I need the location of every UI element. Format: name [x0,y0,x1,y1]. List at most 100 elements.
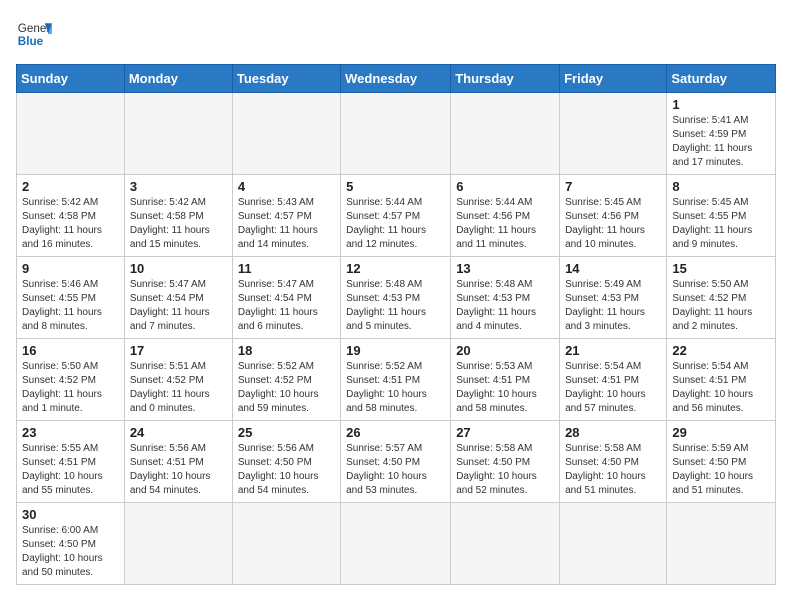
day-number: 5 [346,179,445,194]
page-header: General Blue [16,16,776,52]
day-number: 3 [130,179,227,194]
calendar-cell: 14Sunrise: 5:49 AM Sunset: 4:53 PM Dayli… [560,257,667,339]
calendar-week-1: 1Sunrise: 5:41 AM Sunset: 4:59 PM Daylig… [17,93,776,175]
calendar-cell: 6Sunrise: 5:44 AM Sunset: 4:56 PM Daylig… [451,175,560,257]
calendar-cell: 27Sunrise: 5:58 AM Sunset: 4:50 PM Dayli… [451,421,560,503]
calendar-cell: 26Sunrise: 5:57 AM Sunset: 4:50 PM Dayli… [341,421,451,503]
calendar-cell: 3 Sunrise: 5:42 AM Sunset: 4:58 PM Daylig… [124,175,232,257]
calendar-week-6: 30 Sunrise: 6:00 AM Sunset: 4:50 PM Dayli… [17,503,776,585]
calendar-cell: 9Sunrise: 5:46 AM Sunset: 4:55 PM Daylig… [17,257,125,339]
day-info: Sunrise: 5:54 AM Sunset: 4:51 PM Dayligh… [565,360,661,416]
calendar-cell: 17 Sunrise: 5:51 AM Sunset: 4:52 PM Dayli… [124,339,232,421]
calendar-cell: 23 Sunrise: 5:55 AM Sunset: 4:51 PM Dayli… [17,421,125,503]
day-info: Sunrise: 5:45 AM Sunset: 4:56 PM Dayligh… [565,196,661,252]
weekday-header-sunday: Sunday [17,65,125,93]
day-number: 14 [565,261,661,276]
calendar-cell [124,93,232,175]
day-info: Sunrise: 5:57 AM Sunset: 4:50 PM Dayligh… [346,442,445,498]
calendar-cell: 28 Sunrise: 5:58 AM Sunset: 4:50 PM Dayli… [560,421,667,503]
day-number: 22 [672,343,770,358]
calendar-cell: 11 Sunrise: 5:47 AM Sunset: 4:54 PM Dayli… [232,257,340,339]
day-info: Sunrise: 5:52 AM Sunset: 4:51 PM Dayligh… [346,360,445,416]
day-info: Sunrise: 5:50 AM Sunset: 4:52 PM Dayligh… [672,278,770,334]
day-info: Sunrise: 5:50 AM Sunset: 4:52 PM Dayligh… [22,360,119,416]
calendar-cell: 16Sunrise: 5:50 AM Sunset: 4:52 PM Dayli… [17,339,125,421]
day-number: 7 [565,179,661,194]
day-number: 19 [346,343,445,358]
day-number: 10 [130,261,227,276]
calendar-cell [341,93,451,175]
calendar-week-5: 23 Sunrise: 5:55 AM Sunset: 4:51 PM Dayli… [17,421,776,503]
day-number: 17 [130,343,227,358]
day-info: Sunrise: 5:42 AM Sunset: 4:58 PM Dayligh… [22,196,119,252]
svg-text:Blue: Blue [18,35,44,48]
day-info: Sunrise: 5:52 AM Sunset: 4:52 PM Dayligh… [238,360,335,416]
day-info: Sunrise: 5:44 AM Sunset: 4:57 PM Dayligh… [346,196,445,252]
day-number: 27 [456,425,554,440]
calendar-table: SundayMondayTuesdayWednesdayThursdayFrid… [16,64,776,585]
weekday-header-wednesday: Wednesday [341,65,451,93]
calendar-cell: 12Sunrise: 5:48 AM Sunset: 4:53 PM Dayli… [341,257,451,339]
day-number: 25 [238,425,335,440]
day-info: Sunrise: 5:53 AM Sunset: 4:51 PM Dayligh… [456,360,554,416]
day-number: 24 [130,425,227,440]
day-number: 23 [22,425,119,440]
calendar-cell: 21 Sunrise: 5:54 AM Sunset: 4:51 PM Dayli… [560,339,667,421]
weekday-header-monday: Monday [124,65,232,93]
day-info: Sunrise: 5:42 AM Sunset: 4:58 PM Dayligh… [130,196,227,252]
day-info: Sunrise: 5:48 AM Sunset: 4:53 PM Dayligh… [346,278,445,334]
day-number: 18 [238,343,335,358]
day-number: 8 [672,179,770,194]
calendar-cell: 24 Sunrise: 5:56 AM Sunset: 4:51 PM Dayli… [124,421,232,503]
day-number: 28 [565,425,661,440]
calendar-cell [667,503,776,585]
calendar-cell: 25 Sunrise: 5:56 AM Sunset: 4:50 PM Dayli… [232,421,340,503]
day-info: Sunrise: 5:45 AM Sunset: 4:55 PM Dayligh… [672,196,770,252]
day-number: 20 [456,343,554,358]
day-info: Sunrise: 5:54 AM Sunset: 4:51 PM Dayligh… [672,360,770,416]
calendar-cell [451,93,560,175]
day-number: 15 [672,261,770,276]
calendar-cell [124,503,232,585]
calendar-cell: 15 Sunrise: 5:50 AM Sunset: 4:52 PM Dayli… [667,257,776,339]
day-info: Sunrise: 5:48 AM Sunset: 4:53 PM Dayligh… [456,278,554,334]
calendar-cell: 20 Sunrise: 5:53 AM Sunset: 4:51 PM Dayli… [451,339,560,421]
day-info: Sunrise: 6:00 AM Sunset: 4:50 PM Dayligh… [22,524,119,580]
day-info: Sunrise: 5:47 AM Sunset: 4:54 PM Dayligh… [130,278,227,334]
logo: General Blue [16,16,52,52]
calendar-cell: 1Sunrise: 5:41 AM Sunset: 4:59 PM Daylig… [667,93,776,175]
calendar-week-3: 9Sunrise: 5:46 AM Sunset: 4:55 PM Daylig… [17,257,776,339]
day-number: 6 [456,179,554,194]
calendar-cell [341,503,451,585]
weekday-header-row: SundayMondayTuesdayWednesdayThursdayFrid… [17,65,776,93]
day-info: Sunrise: 5:56 AM Sunset: 4:51 PM Dayligh… [130,442,227,498]
day-number: 2 [22,179,119,194]
day-number: 29 [672,425,770,440]
day-number: 4 [238,179,335,194]
calendar-week-2: 2 Sunrise: 5:42 AM Sunset: 4:58 PM Daylig… [17,175,776,257]
calendar-cell: 19 Sunrise: 5:52 AM Sunset: 4:51 PM Dayli… [341,339,451,421]
calendar-cell [560,93,667,175]
day-number: 9 [22,261,119,276]
calendar-cell: 2 Sunrise: 5:42 AM Sunset: 4:58 PM Daylig… [17,175,125,257]
day-number: 11 [238,261,335,276]
day-number: 30 [22,507,119,522]
calendar-cell [560,503,667,585]
calendar-cell: 7 Sunrise: 5:45 AM Sunset: 4:56 PM Daylig… [560,175,667,257]
calendar-cell [17,93,125,175]
calendar-cell: 18 Sunrise: 5:52 AM Sunset: 4:52 PM Dayli… [232,339,340,421]
day-info: Sunrise: 5:55 AM Sunset: 4:51 PM Dayligh… [22,442,119,498]
day-info: Sunrise: 5:51 AM Sunset: 4:52 PM Dayligh… [130,360,227,416]
day-info: Sunrise: 5:47 AM Sunset: 4:54 PM Dayligh… [238,278,335,334]
calendar-week-4: 16Sunrise: 5:50 AM Sunset: 4:52 PM Dayli… [17,339,776,421]
weekday-header-tuesday: Tuesday [232,65,340,93]
day-number: 21 [565,343,661,358]
calendar-cell: 30 Sunrise: 6:00 AM Sunset: 4:50 PM Dayli… [17,503,125,585]
calendar-cell [232,503,340,585]
day-number: 13 [456,261,554,276]
day-info: Sunrise: 5:58 AM Sunset: 4:50 PM Dayligh… [565,442,661,498]
day-info: Sunrise: 5:56 AM Sunset: 4:50 PM Dayligh… [238,442,335,498]
calendar-cell: 8 Sunrise: 5:45 AM Sunset: 4:55 PM Daylig… [667,175,776,257]
calendar-cell [232,93,340,175]
day-info: Sunrise: 5:43 AM Sunset: 4:57 PM Dayligh… [238,196,335,252]
